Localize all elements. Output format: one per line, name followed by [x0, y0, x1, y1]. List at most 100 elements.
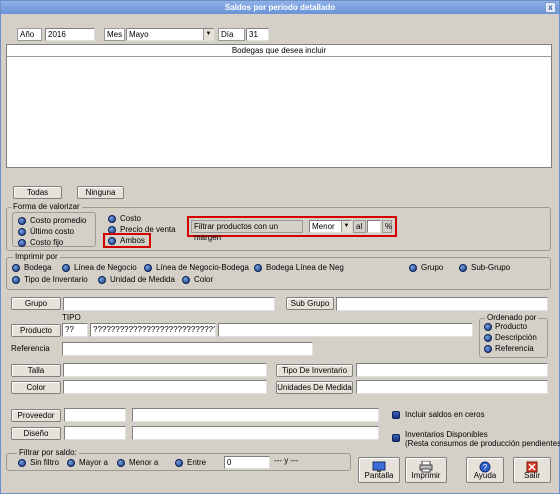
- imprimir-color-label: Color: [194, 275, 214, 284]
- imprimir-bodega-linea-label: Bodega Línea de Neg: [266, 263, 344, 272]
- costo-fijo-label: Costo fijo: [30, 238, 64, 247]
- imprimir-linea-label: Línea de Negocio: [74, 263, 137, 272]
- window-title: Saldos por período detallado: [224, 3, 336, 12]
- grupo-input[interactable]: [63, 297, 275, 311]
- color-button[interactable]: Color: [11, 381, 61, 394]
- color-input[interactable]: [63, 380, 267, 394]
- imprimir-linea-bodega-radio[interactable]: [144, 264, 152, 272]
- chevron-down-icon[interactable]: ▼: [203, 29, 213, 40]
- bodegas-header: Bodegas que desea incluir: [7, 45, 551, 57]
- inventarios-disponibles-checkbox[interactable]: [392, 434, 400, 442]
- saldo-menor-label: Menor a: [129, 458, 159, 467]
- month-label: Mes: [104, 28, 125, 41]
- imprimir-por-group: [6, 257, 551, 290]
- proveedor-button[interactable]: Proveedor: [11, 409, 61, 422]
- orden-descripcion-radio[interactable]: [484, 334, 492, 342]
- unidades-medida-button[interactable]: Unidades De Medida: [276, 381, 353, 394]
- saldo-mayor-radio[interactable]: [67, 459, 75, 467]
- costo-promedio-radio[interactable]: [18, 217, 26, 225]
- diseno-code-input[interactable]: [64, 426, 126, 440]
- imprimir-grupo-radio[interactable]: [409, 264, 417, 272]
- ayuda-label: Ayuda: [473, 471, 497, 480]
- pantalla-label: Pantalla: [364, 471, 394, 480]
- close-button[interactable]: x: [545, 2, 556, 13]
- imprimir-linea-radio[interactable]: [62, 264, 70, 272]
- year-label: Año: [17, 28, 42, 41]
- orden-producto-label: Producto: [495, 322, 528, 331]
- diseno-name-input[interactable]: [132, 426, 379, 440]
- orden-referencia-label: Referencia: [495, 344, 534, 353]
- margin-operator-value: Menor: [312, 222, 335, 231]
- referencia-label: Referencia: [11, 344, 50, 353]
- saldo-separator: --- y ---: [274, 456, 299, 465]
- orden-producto-radio[interactable]: [484, 323, 492, 331]
- inventarios-disponibles-label: Inventarios Disponibles: [405, 430, 488, 439]
- margin-value-input[interactable]: [367, 220, 381, 233]
- producto-button[interactable]: Producto: [11, 324, 61, 337]
- margin-al-label: al: [353, 220, 366, 233]
- ninguna-button[interactable]: Ninguna: [77, 186, 124, 199]
- imprimir-label: Imprimir: [411, 471, 441, 480]
- month-value: Mayo: [129, 30, 149, 39]
- valorizar-title: Forma de valorizar: [11, 202, 82, 211]
- year-input[interactable]: 2016: [45, 28, 95, 41]
- saldo-menor-radio[interactable]: [117, 459, 125, 467]
- filtrar-saldo-title: Filtrar por saldo:: [17, 448, 79, 457]
- referencia-input[interactable]: [62, 342, 313, 356]
- todas-button[interactable]: Todas: [13, 186, 62, 199]
- unidades-medida-input[interactable]: [356, 380, 548, 394]
- inventarios-disponibles-note: (Resta consumos de producción pendientes…: [405, 439, 560, 448]
- tipo-inventario-button[interactable]: Tipo De Inventario: [276, 364, 353, 377]
- imprimir-bodega-radio[interactable]: [12, 264, 20, 272]
- producto-code-input[interactable]: ??: [62, 323, 88, 337]
- sub-grupo-input[interactable]: [336, 297, 548, 311]
- ambos-highlight: [103, 233, 151, 248]
- imprimir-unidad-medida-label: Unidad de Medida: [110, 275, 175, 284]
- imprimir-por-title: Imprimir por: [13, 252, 60, 261]
- ayuda-button[interactable]: ? Ayuda: [466, 457, 504, 483]
- salir-label: Salir: [523, 471, 540, 480]
- costo-promedio-label: Costo promedio: [30, 216, 87, 225]
- tipo-inventario-input[interactable]: [356, 363, 548, 377]
- imprimir-linea-bodega-label: Línea de Negocio-Bodega: [156, 263, 249, 272]
- orden-referencia-radio[interactable]: [484, 345, 492, 353]
- talla-input[interactable]: [63, 363, 267, 377]
- imprimir-unidad-medida-radio[interactable]: [98, 276, 106, 284]
- incluir-saldos-checkbox[interactable]: [392, 411, 400, 419]
- pantalla-button[interactable]: Pantalla: [358, 457, 400, 483]
- proveedor-name-input[interactable]: [132, 408, 379, 422]
- saldo-value-input[interactable]: 0: [224, 456, 270, 469]
- ultimo-costo-radio[interactable]: [18, 228, 26, 236]
- title-bar: Saldos por período detallado x: [1, 1, 559, 14]
- saldo-sin-filtro-radio[interactable]: [18, 459, 26, 467]
- ordenado-title: Ordenado por: [485, 313, 539, 322]
- diseno-button[interactable]: Diseño: [11, 427, 61, 440]
- imprimir-bodega-label: Bodega: [24, 263, 52, 272]
- costo-label: Costo: [120, 214, 141, 223]
- saldo-mayor-label: Mayor a: [79, 458, 108, 467]
- margin-percent-label: %: [382, 220, 392, 233]
- saldo-entre-radio[interactable]: [175, 459, 183, 467]
- chevron-down-icon[interactable]: ▼: [341, 221, 351, 232]
- day-input[interactable]: 31: [246, 28, 269, 41]
- imprimir-button[interactable]: Imprimir: [405, 457, 447, 483]
- costo-radio[interactable]: [108, 215, 116, 223]
- imprimir-color-radio[interactable]: [182, 276, 190, 284]
- imprimir-tipo-inventario-radio[interactable]: [12, 276, 20, 284]
- imprimir-grupo-label: Grupo: [421, 263, 444, 272]
- talla-button[interactable]: Talla: [11, 364, 61, 377]
- imprimir-bodega-linea-radio[interactable]: [254, 264, 262, 272]
- bodegas-list[interactable]: Bodegas que desea incluir: [6, 44, 552, 168]
- imprimir-subgrupo-radio[interactable]: [459, 264, 467, 272]
- costo-fijo-radio[interactable]: [18, 239, 26, 247]
- producto-extra-input[interactable]: [218, 323, 473, 337]
- proveedor-code-input[interactable]: [64, 408, 126, 422]
- margin-operator-select[interactable]: Menor ▼: [309, 220, 352, 233]
- sub-grupo-button[interactable]: Sub Grupo: [286, 297, 334, 310]
- ultimo-costo-label: Último costo: [30, 227, 75, 236]
- month-select[interactable]: Mayo ▼: [126, 28, 214, 41]
- salir-button[interactable]: Salir: [513, 457, 551, 483]
- grupo-button[interactable]: Grupo: [11, 297, 61, 310]
- producto-desc-input[interactable]: ????????????????????????????: [90, 323, 216, 337]
- imprimir-tipo-inventario-label: Tipo de Inventario: [24, 275, 88, 284]
